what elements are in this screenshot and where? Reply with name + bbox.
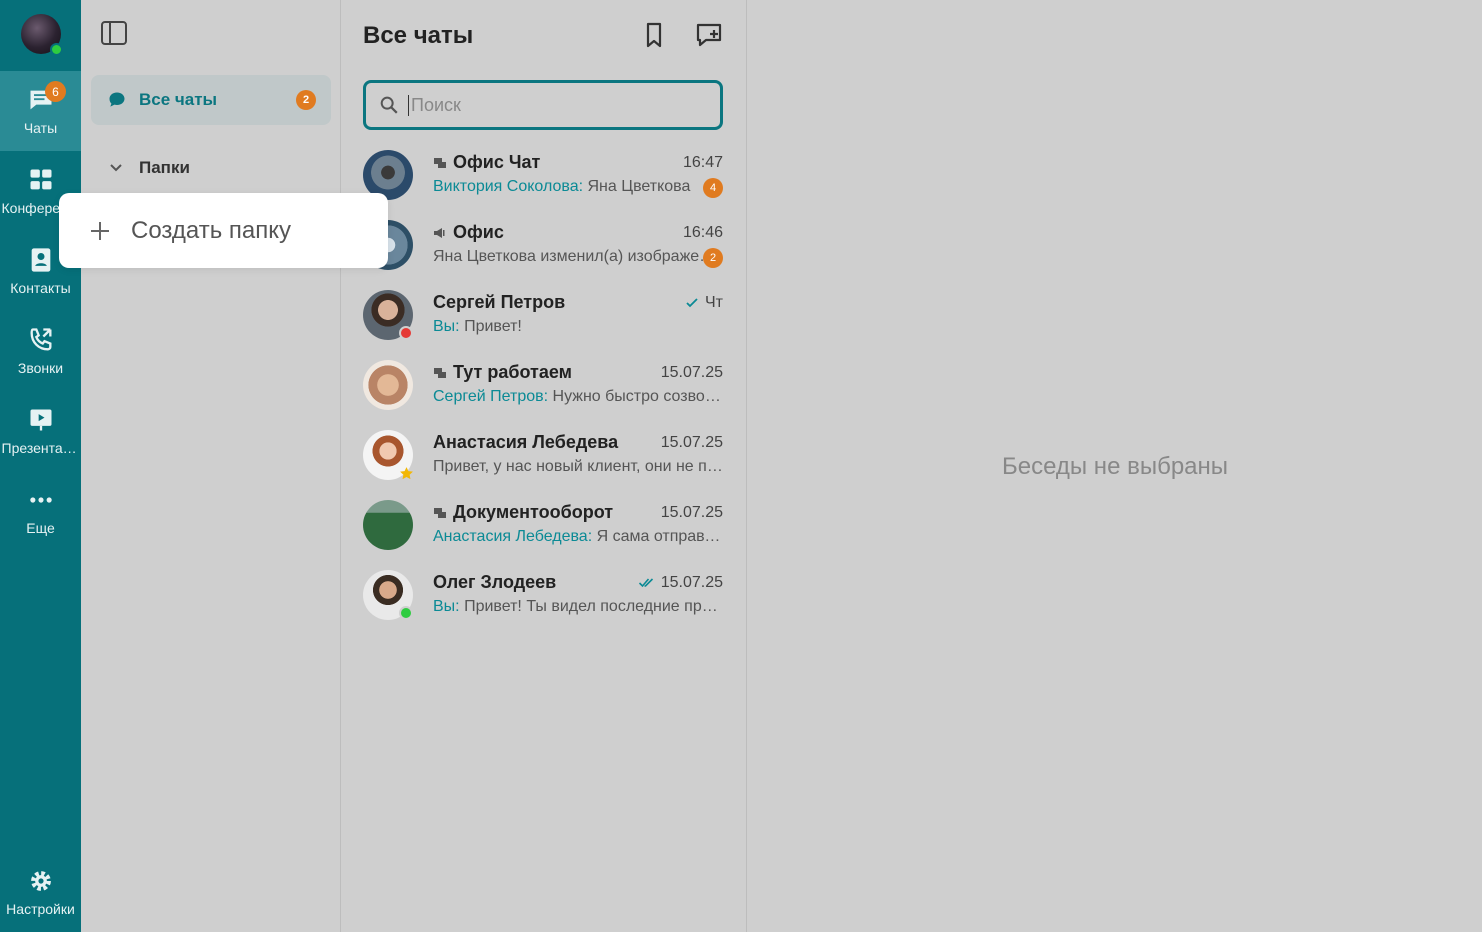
chat-time: 16:47 — [682, 154, 723, 171]
chats-badge: 6 — [45, 81, 66, 102]
rail-item-chats[interactable]: 6 Чаты — [0, 71, 81, 151]
more-dots-icon — [29, 497, 52, 503]
create-folder-label: Создать папку — [131, 216, 291, 244]
chat-time: Чт — [685, 294, 723, 312]
chat-preview: Яна Цветкова изменил(а) изображение — [433, 248, 723, 265]
folder-all-chats[interactable]: Все чаты 2 — [91, 75, 331, 125]
rail-label: Презентации — [1, 440, 80, 456]
online-status-dot — [50, 43, 63, 56]
unread-badge: 2 — [703, 248, 723, 268]
rail-label: Настройки — [6, 901, 75, 917]
contacts-icon — [31, 248, 50, 272]
chat-item-tut-rabotaem[interactable]: Тут работаем 15.07.25 Сергей Петров: Нуж… — [363, 360, 723, 430]
chat-item-sergey-petrov[interactable]: Сергей Петров Чт Вы: Привет! — [363, 290, 723, 360]
chat-item-office[interactable]: Офис 16:46 Яна Цветкова изменил(а) изобр… — [363, 220, 723, 290]
rail-label: Еще — [26, 520, 55, 536]
chat-name: Документооборот — [433, 502, 613, 523]
rail-item-settings[interactable]: Настройки — [0, 852, 81, 932]
group-chat-icon — [434, 157, 446, 168]
search-box[interactable] — [363, 80, 723, 130]
check-icon — [686, 298, 698, 308]
search-icon — [380, 96, 398, 114]
phone-icon — [29, 328, 51, 351]
chat-preview: Анастасия Лебедева: Я сама отправлю — [433, 528, 723, 545]
double-check-icon — [638, 578, 653, 588]
avatar — [363, 500, 413, 550]
chat-list-panel: Все чаты Офис Чат 16:47 Виктория Соколов… — [342, 0, 747, 932]
chat-name: Олег Злодеев — [433, 572, 557, 592]
chat-time: 15.07.25 — [660, 364, 723, 381]
chat-item-oleg-zlodeev[interactable]: Олег Злодеев 15.07.25 Вы: Привет! Ты вид… — [363, 570, 723, 640]
bookmark-icon[interactable] — [639, 20, 669, 50]
rail-item-calls[interactable]: Звонки — [0, 311, 81, 391]
new-chat-icon[interactable] — [694, 20, 724, 50]
rail-label: Звонки — [17, 360, 64, 376]
favorite-star-icon — [400, 467, 413, 480]
folders-section-label: Папки — [139, 158, 190, 177]
rail-item-presentations[interactable]: Презентации — [0, 391, 81, 471]
chat-name: Тут работаем — [433, 362, 572, 383]
page-title: Все чаты — [363, 22, 474, 49]
chat-time: 15.07.25 — [660, 434, 723, 451]
avatar — [363, 360, 413, 410]
search-input[interactable] — [408, 94, 708, 116]
folders-section-toggle[interactable]: Папки — [109, 158, 190, 178]
chat-name: Анастасия Лебедева — [433, 432, 619, 452]
chat-preview: Привет, у нас новый клиент, они не проти… — [433, 458, 723, 475]
chat-time: 15.07.25 — [660, 504, 723, 521]
chat-name: Офис Чат — [433, 152, 540, 173]
sidebar-toggle-icon[interactable] — [100, 20, 128, 46]
chevron-down-icon — [110, 164, 122, 172]
plus-icon — [91, 221, 109, 240]
chat-preview: Виктория Соколова: Яна Цветкова — [433, 178, 691, 195]
rail-item-more[interactable]: Еще — [0, 471, 81, 551]
rail-label: Контакты — [10, 280, 71, 296]
chat-preview: Сергей Петров: Нужно быстро созвониться — [433, 388, 723, 405]
chat-item-anastasia-lebedeva[interactable]: Анастасия Лебедева 15.07.25 Привет, у на… — [363, 430, 723, 500]
gear-icon — [30, 871, 51, 891]
chat-preview: Вы: Привет! Ты видел последние правки? — [433, 598, 723, 615]
channel-icon — [434, 227, 445, 238]
busy-status-dot — [399, 326, 413, 340]
group-chat-icon — [434, 367, 446, 378]
chat-item-documents[interactable]: Документооборот 15.07.25 Анастасия Лебед… — [363, 500, 723, 570]
conference-icon — [30, 169, 51, 190]
folders-panel: Все чаты 2 Папки — [81, 0, 341, 932]
chat-preview: Вы: Привет! — [433, 318, 522, 335]
conversation-area: Беседы не выбраны — [748, 0, 1482, 932]
folder-label: Все чаты — [139, 90, 218, 109]
user-avatar[interactable] — [21, 14, 63, 56]
nav-rail: 6 Чаты Конференции Контакты Звонки Презе… — [0, 0, 81, 932]
chat-time: 16:46 — [682, 224, 723, 241]
chat-item-office-chat[interactable]: Офис Чат 16:47 Виктория Соколова: Яна Цв… — [363, 150, 723, 220]
chat-name: Офис — [433, 222, 504, 243]
chat-time: 15.07.25 — [638, 574, 723, 592]
rail-label: Чаты — [23, 120, 58, 136]
chat-bubble-icon — [109, 92, 125, 107]
empty-state-text: Беседы не выбраны — [1001, 453, 1229, 480]
online-status-dot — [399, 606, 413, 620]
chat-name: Сергей Петров — [433, 292, 566, 312]
presentation-icon — [30, 409, 51, 431]
unread-badge: 4 — [703, 178, 723, 198]
group-chat-icon — [434, 507, 446, 518]
unread-badge: 2 — [296, 90, 316, 110]
create-folder-button[interactable]: Создать папку — [59, 193, 388, 268]
